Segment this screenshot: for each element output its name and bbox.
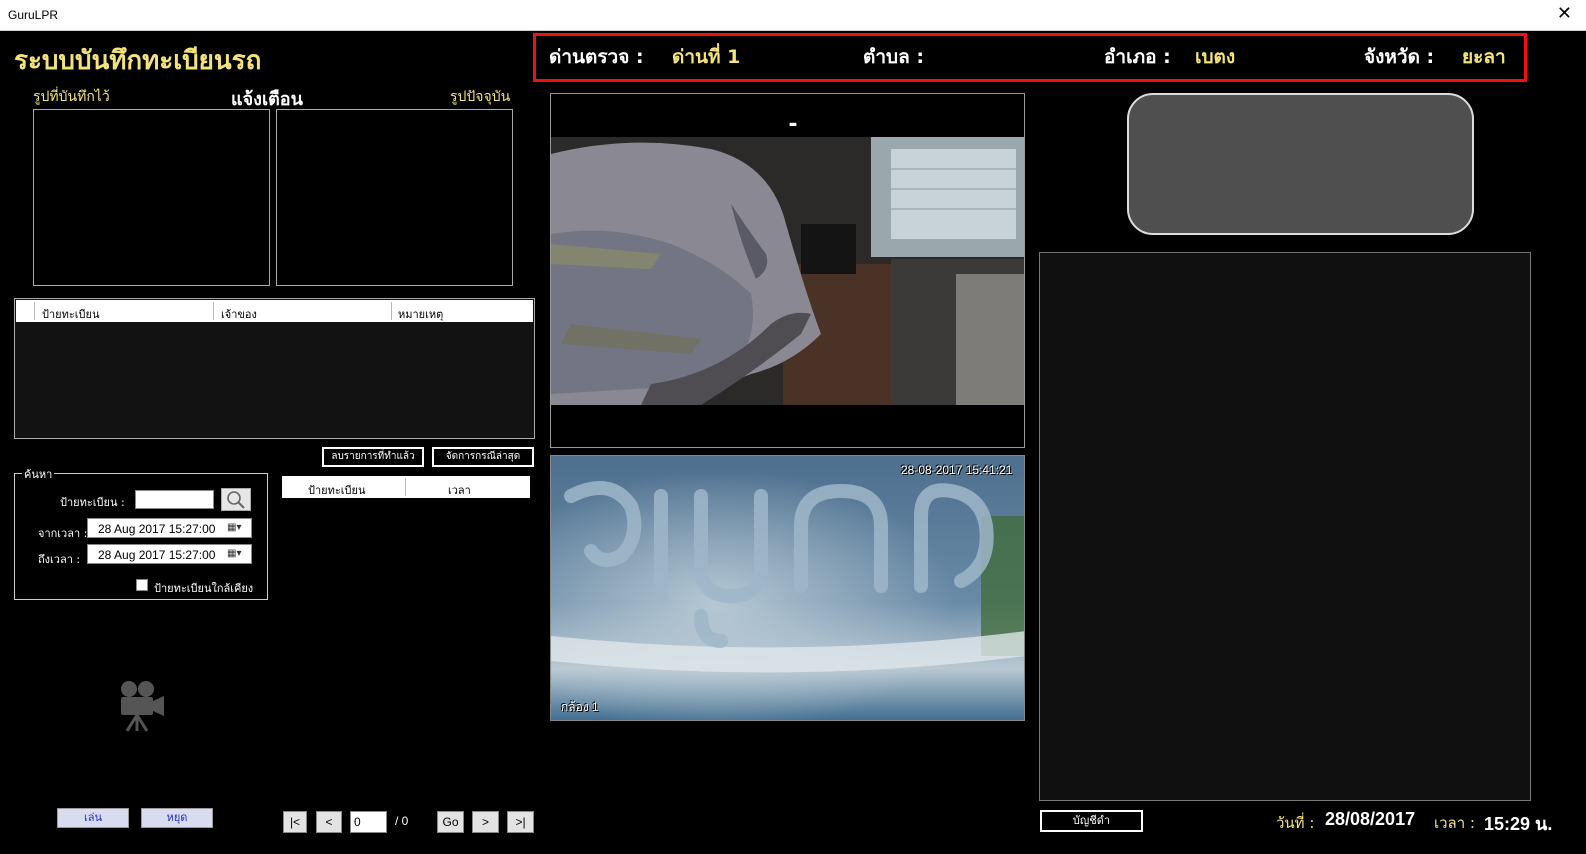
delete-done-button[interactable]: ลบรายการที่ทำแล้ว: [322, 447, 424, 467]
camera-name: กล้อง 1: [561, 700, 599, 714]
similar-plate-checkbox[interactable]: [136, 579, 148, 591]
similar-plate-label: ป้ายทะเบียนใกล้เคียง: [154, 582, 254, 595]
saved-image-label: รูปที่บันทึกไว้: [33, 89, 110, 105]
checkpoint-label: ด่านตรวจ :: [549, 46, 644, 68]
column-header-time[interactable]: เวลา: [448, 481, 471, 499]
time-label: เวลา :: [1434, 814, 1475, 832]
to-datetime-value: 28 Aug 2017 15:27:00: [98, 548, 216, 562]
column-header-plate[interactable]: ป้ายทะเบียน: [308, 481, 365, 499]
live-camera-image: [551, 456, 1024, 720]
movie-camera-icon: [121, 681, 164, 732]
last-page-button[interactable]: >|: [507, 811, 534, 833]
history-table[interactable]: ป้ายทะเบียน เวลา: [282, 476, 530, 498]
from-datetime-picker[interactable]: 28 Aug 2017 15:27:00 ▦▾: [87, 518, 252, 538]
camera-timestamp: 28-08-2017 15:41:21: [901, 463, 1013, 477]
page-number-input[interactable]: [350, 811, 387, 833]
first-page-button[interactable]: |<: [283, 811, 307, 833]
window-titlebar: GuruLPR ✕: [0, 0, 1586, 31]
plate-search-input[interactable]: [135, 490, 214, 509]
alert-table-header: ป้ายทะเบียน เจ้าของ หมายเหตุ: [16, 300, 533, 322]
date-value: 28/08/2017: [1325, 809, 1416, 829]
column-header-owner[interactable]: เจ้าของ: [221, 305, 257, 323]
calendar-dropdown-icon[interactable]: ▦▾: [227, 548, 247, 561]
next-page-button[interactable]: >: [472, 811, 499, 833]
subdistrict-label: ตำบล :: [863, 46, 924, 68]
play-button[interactable]: เล่น: [57, 808, 129, 828]
plate-search-label: ป้ายทะเบียน :: [60, 496, 125, 509]
province-value: ยะลา: [1462, 46, 1506, 68]
from-time-label: จากเวลา :: [38, 527, 88, 540]
calendar-dropdown-icon[interactable]: ▦▾: [227, 522, 247, 535]
to-time-label: ถึงเวลา :: [38, 553, 81, 566]
column-header-plate[interactable]: ป้ายทะเบียน: [42, 305, 99, 323]
time-value: 15:29 น.: [1484, 814, 1553, 834]
alert-table[interactable]: ป้ายทะเบียน เจ้าของ หมายเหตุ: [14, 298, 535, 439]
prev-page-button[interactable]: <: [316, 811, 342, 833]
magnifier-icon: [227, 491, 245, 509]
stop-button[interactable]: หยุด: [141, 808, 213, 828]
to-datetime-picker[interactable]: 28 Aug 2017 15:27:00 ▦▾: [87, 544, 252, 564]
search-legend: ค้นหา: [22, 465, 55, 483]
close-icon[interactable]: ✕: [1557, 4, 1572, 24]
window-title: GuruLPR: [8, 8, 59, 22]
column-header-note[interactable]: หมายเหตุ: [398, 305, 443, 323]
live-camera-view: 28-08-2017 15:41:21 กล้อง 1: [550, 455, 1025, 721]
checkpoint-value: ด่านที่ 1: [672, 46, 741, 68]
go-button[interactable]: Go: [437, 811, 464, 833]
page-total: / 0: [395, 814, 409, 828]
blacklist-button[interactable]: บัญชีดำ: [1040, 810, 1143, 832]
district-label: อำเภอ :: [1104, 46, 1171, 68]
detail-panel: [1039, 252, 1531, 801]
district-value: เบตง: [1195, 46, 1236, 68]
capture-image-view: [550, 93, 1025, 448]
search-button[interactable]: [221, 488, 251, 511]
current-image-label: รูปปัจจุบัน: [450, 89, 511, 105]
app-title: ระบบบันทึกทะเบียนรถ: [14, 46, 262, 76]
capture-image: [551, 94, 1024, 447]
date-label: วันที่ :: [1276, 814, 1315, 832]
handle-latest-button[interactable]: จัดการกรณีล่าสุด: [432, 447, 534, 467]
province-label: จังหวัด :: [1364, 46, 1435, 68]
plate-value: -: [788, 112, 798, 137]
from-datetime-value: 28 Aug 2017 15:27:00: [98, 522, 216, 536]
